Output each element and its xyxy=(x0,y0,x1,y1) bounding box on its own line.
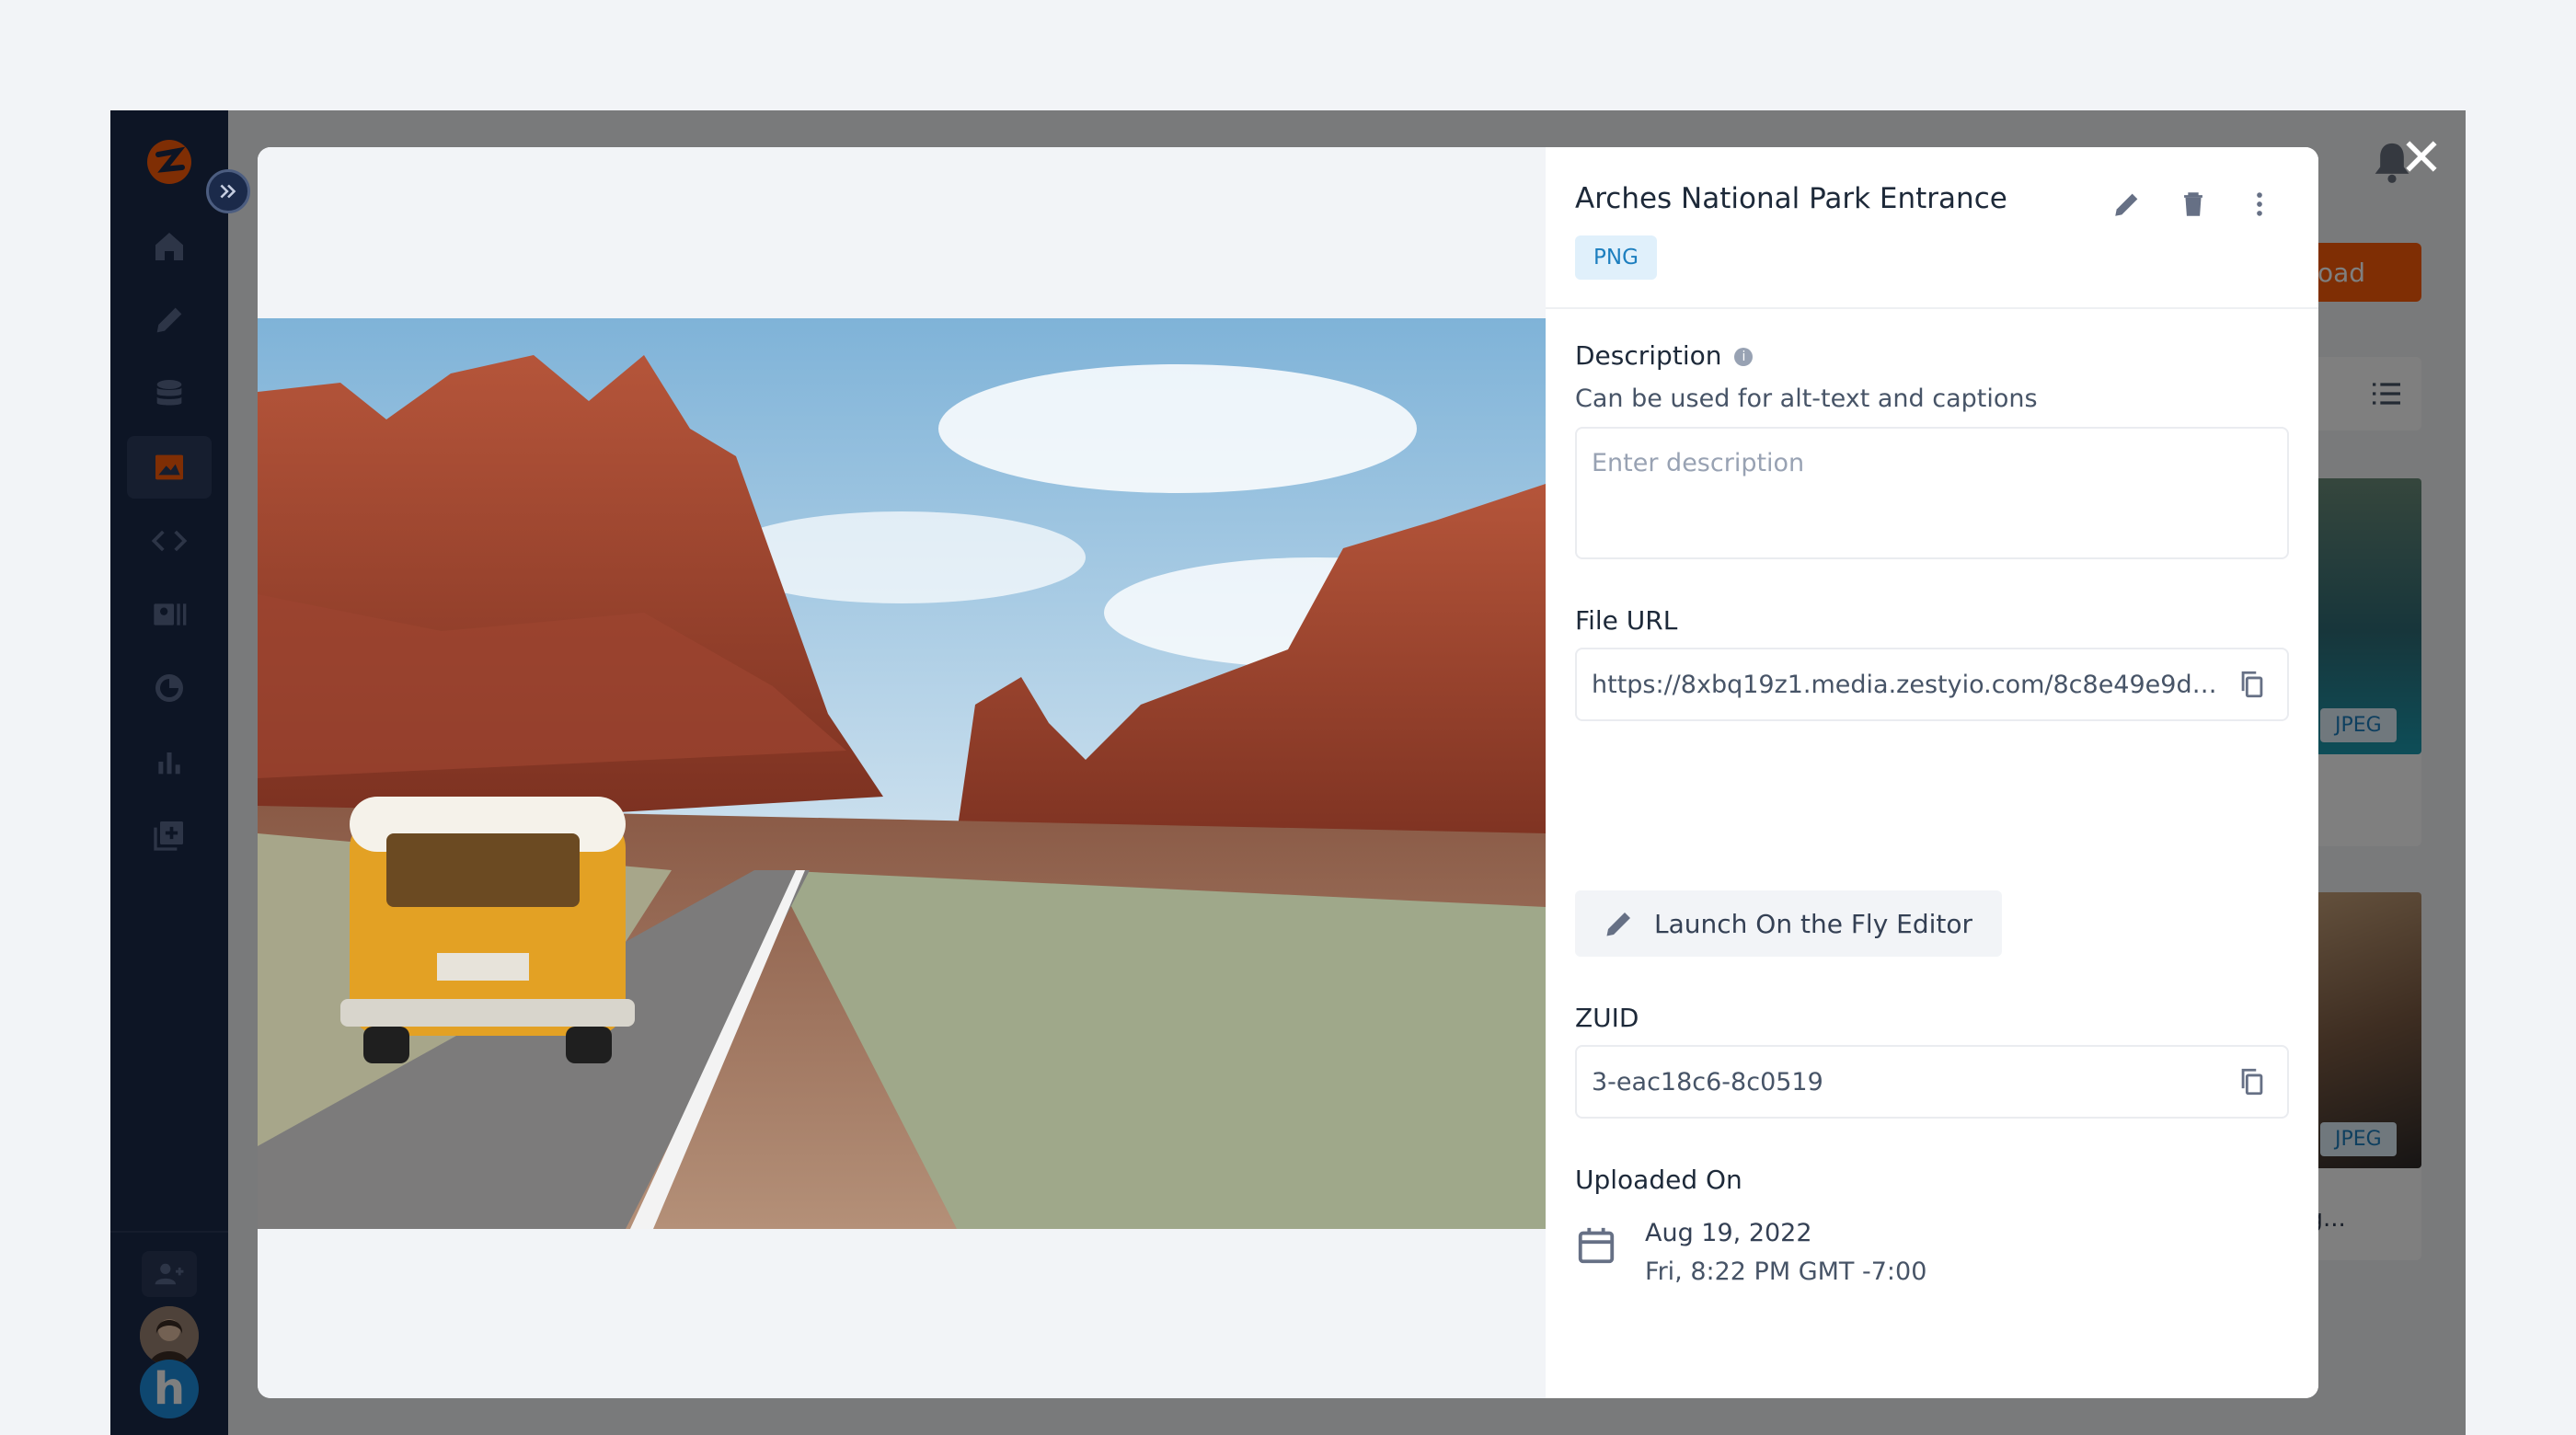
file-details-modal: Arches National Park Entrance PNG Descri… xyxy=(258,147,2318,1398)
image-preview-pane xyxy=(258,147,1546,1398)
copy-icon xyxy=(2241,1068,2263,1096)
rename-button[interactable] xyxy=(2107,184,2147,224)
more-vertical-icon xyxy=(2257,192,2262,216)
copy-icon xyxy=(2241,671,2263,698)
file-details-header: Arches National Park Entrance PNG xyxy=(1546,147,2318,309)
launch-editor-label: Launch On the Fly Editor xyxy=(1654,908,1973,939)
close-icon[interactable] xyxy=(2401,136,2442,177)
file-url-label: File URL xyxy=(1575,605,1678,636)
file-url-field[interactable]: https://8xbq19z1.media.zestyio.com/8c8e4… xyxy=(1575,648,2289,721)
description-label: Description i xyxy=(1575,340,1754,371)
pencil-icon xyxy=(1606,913,1630,936)
file-details-panel: Arches National Park Entrance PNG Descri… xyxy=(1546,147,2318,1398)
file-title: Arches National Park Entrance xyxy=(1575,182,2007,215)
pencil-icon xyxy=(2115,193,2138,216)
image-preview-picture xyxy=(258,318,1546,1229)
header-actions xyxy=(2107,184,2280,224)
uploaded-on-text: Aug 19, 2022 Fri, 8:22 PM GMT -7:00 xyxy=(1645,1214,1926,1292)
more-options-button[interactable] xyxy=(2239,184,2280,224)
copy-url-button[interactable] xyxy=(2232,664,2272,705)
zuid-value[interactable]: 3-eac18c6-8c0519 xyxy=(1592,1068,2221,1096)
calendar-icon xyxy=(1578,1227,1615,1264)
zuid-field[interactable]: 3-eac18c6-8c0519 xyxy=(1575,1045,2289,1119)
file-type-badge: PNG xyxy=(1575,235,1657,280)
description-input[interactable] xyxy=(1592,429,2272,557)
copy-zuid-button[interactable] xyxy=(2232,1062,2272,1102)
double-chevron-right-icon xyxy=(220,184,236,199)
uploaded-time: Fri, 8:22 PM GMT -7:00 xyxy=(1645,1257,1927,1286)
description-label-text: Description xyxy=(1575,340,1722,371)
trash-icon xyxy=(2184,192,2202,216)
sidebar-expand-button[interactable] xyxy=(206,169,250,213)
launch-editor-button[interactable]: Launch On the Fly Editor xyxy=(1575,890,2003,957)
delete-button[interactable] xyxy=(2173,184,2214,224)
description-helper: Can be used for alt-text and captions xyxy=(1575,385,2038,413)
image-preview xyxy=(258,318,1546,1229)
zuid-label: ZUID xyxy=(1575,1003,1639,1033)
file-url-value[interactable]: https://8xbq19z1.media.zestyio.com/8c8e4… xyxy=(1592,671,2221,699)
description-field[interactable] xyxy=(1575,427,2289,559)
uploaded-on-label: Uploaded On xyxy=(1575,1165,1742,1195)
info-icon[interactable]: i xyxy=(1734,348,1754,366)
uploaded-date: Aug 19, 2022 xyxy=(1645,1219,1812,1247)
uploaded-on-info: Aug 19, 2022 Fri, 8:22 PM GMT -7:00 xyxy=(1575,1214,1926,1292)
